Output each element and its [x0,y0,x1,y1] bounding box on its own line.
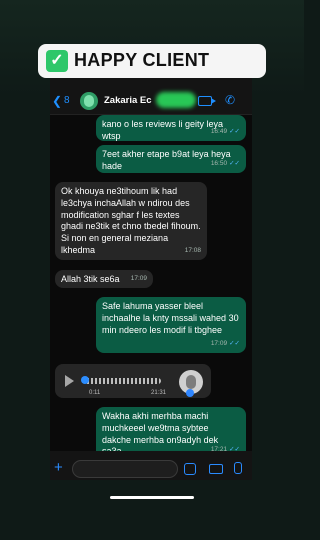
waveform-icon [83,378,161,384]
message-bubble-incoming: Ok khouya ne3tihoum lik had le3chya inch… [55,182,207,260]
plus-icon[interactable]: + [54,460,63,475]
unread-count: 8 [64,95,70,106]
voice-timestamp: 21:31 [151,390,167,396]
avatar[interactable] [80,92,98,110]
mic-icon[interactable] [234,462,242,474]
phone-screen: ❮ 8 Zakaria Ec ✆ kano o les reviews li g… [50,74,252,486]
happy-client-banner: ✓ HAPPY CLIENT [38,44,266,78]
voice-duration: 0:11 [89,390,101,396]
home-indicator [110,496,194,499]
message-text: Allah 3tik se6a [61,274,120,284]
message-text: Ok khouya ne3tihoum lik had le3chya inch… [61,186,201,255]
message-text: kano o les reviews li geity leya wtsp [102,119,224,141]
message-bubble-outgoing: kano o les reviews li geity leya wtsp 16… [96,115,246,141]
scrubber-handle[interactable] [81,376,89,384]
message-input[interactable] [72,460,178,478]
message-text: Wakha akhi merhba machi muchkeeel we9tma… [102,411,219,456]
play-icon[interactable] [65,375,74,387]
name-redaction [156,92,196,108]
back-chevron-icon[interactable]: ❮ [52,94,62,108]
message-text: Safe lahuma yasser bleel inchaalhe la kn… [102,301,239,335]
message-timestamp: 16:49 ✓✓ [210,128,240,136]
background-bottom [0,480,304,540]
message-bubble-outgoing: Safe lahuma yasser bleel inchaalhe la kn… [96,297,246,353]
message-timestamp: 17:09 ✓✓ [210,340,240,348]
checkmark-icon: ✓ [46,50,68,72]
voice-message[interactable]: 0:11 21:31 [55,364,211,398]
message-bubble-incoming: Allah 3tik se6a 17:09 [55,270,153,288]
message-bubble-outgoing: 7eet akher etape b9at leya heya hade 16:… [96,145,246,173]
phone-call-icon[interactable]: ✆ [225,93,235,107]
chat-header: ❮ 8 Zakaria Ec ✆ [50,74,252,115]
message-timestamp: 17:08 [184,247,201,255]
banner-title: HAPPY CLIENT [74,50,210,70]
sticker-icon[interactable] [184,463,196,475]
video-call-icon[interactable] [198,96,216,106]
chat-list: kano o les reviews li geity leya wtsp 16… [50,115,252,459]
message-timestamp: 17:09 [130,275,147,283]
camera-icon[interactable] [209,464,223,474]
mic-icon [186,389,194,397]
message-timestamp: 16:50 ✓✓ [210,160,240,168]
